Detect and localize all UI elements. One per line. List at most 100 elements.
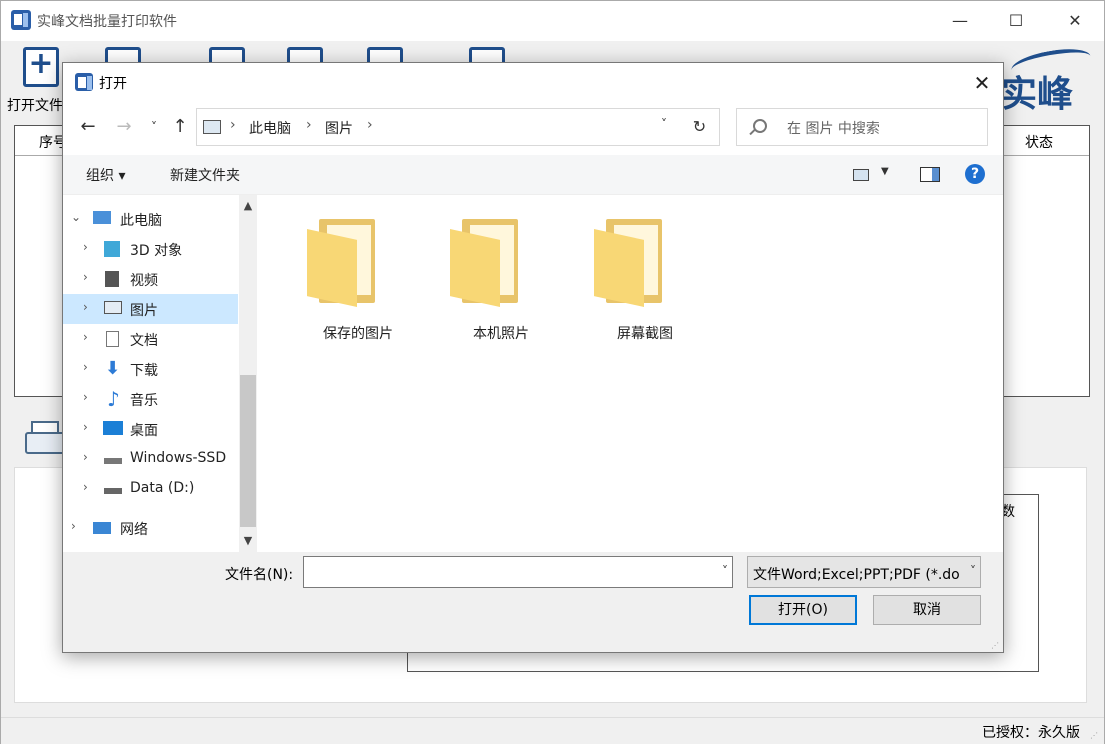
nav-item-network[interactable]: › 网络 [63, 513, 238, 543]
file-name-dropdown-icon[interactable]: ˅ [722, 564, 728, 578]
open-button[interactable]: 打开(O) [749, 595, 857, 625]
dialog-close-button[interactable]: ✕ [967, 67, 997, 99]
open-file-button[interactable] [17, 46, 65, 93]
nav-item-documents[interactable]: › 文档 [63, 324, 238, 354]
desktop-icon [103, 421, 123, 435]
folder-label: 保存的图片 [323, 326, 393, 342]
open-file-label: 打开文件 [7, 98, 63, 114]
folder-item[interactable]: 本机照片 [418, 215, 529, 355]
new-folder-button[interactable]: 新建文件夹 [170, 165, 240, 185]
cancel-button[interactable]: 取消 [873, 595, 981, 625]
file-type-select[interactable]: 文件Word;Excel;PPT;PDF (*.doc ˅ [747, 556, 981, 588]
file-type-value: 文件Word;Excel;PPT;PDF (*.doc [753, 567, 959, 583]
expand-icon[interactable]: › [83, 330, 88, 344]
pictures-icon [104, 301, 122, 314]
nav-label: Windows-SSD [130, 450, 227, 466]
folder-item[interactable]: 屏幕截图 [562, 215, 673, 355]
nav-item-this-pc[interactable]: ⌄ 此电脑 [63, 204, 238, 234]
expand-icon[interactable]: › [71, 519, 76, 533]
dialog-nav-row: ← → ˅ ↑ › 此电脑 › 图片 › ˅ ↻ 在 图片 中搜索 [63, 103, 1003, 151]
expand-icon[interactable]: › [83, 270, 88, 284]
search-box[interactable]: 在 图片 中搜索 [736, 108, 988, 146]
nav-item-desktop[interactable]: › 桌面 [63, 414, 238, 444]
network-icon [93, 522, 111, 534]
expand-icon[interactable]: › [83, 450, 88, 464]
folder-icon [594, 219, 664, 309]
nav-item-videos[interactable]: › 视频 [63, 264, 238, 294]
folder-label: 本机照片 [473, 326, 529, 342]
address-bar[interactable]: › 此电脑 › 图片 › ˅ [196, 108, 720, 146]
breadcrumb-this-pc[interactable]: 此电脑 [249, 118, 291, 138]
column-status[interactable]: 状态 [1025, 132, 1053, 152]
nav-item-3d-objects[interactable]: › 3D 对象 [63, 234, 238, 264]
breadcrumb-separator: › [230, 117, 236, 133]
close-button[interactable]: ✕ [1046, 1, 1104, 41]
search-placeholder: 在 图片 中搜索 [787, 121, 880, 137]
back-button[interactable]: ← [77, 115, 99, 139]
nav-label: 网络 [120, 522, 148, 538]
navigation-pane: ⌄ 此电脑 › 3D 对象 › 视频 › 图片 › 文档 › ⬇ 下载 › ♪ … [63, 195, 258, 552]
recent-locations-button[interactable]: ˅ [143, 115, 165, 139]
nav-item-downloads[interactable]: › ⬇ 下载 [63, 354, 238, 384]
folder-label: 屏幕截图 [617, 326, 673, 342]
scroll-down-icon[interactable]: ▼ [239, 532, 257, 550]
file-name-label: 文件名(N): [225, 567, 294, 583]
up-button[interactable]: ↑ [169, 115, 191, 139]
main-title: 实峰文档批量打印软件 [37, 14, 177, 30]
organize-menu[interactable]: 组织 ▾ [86, 165, 125, 185]
collapse-icon[interactable]: ⌄ [71, 210, 81, 224]
documents-icon [106, 331, 119, 347]
nav-item-pictures[interactable]: › 图片 [63, 294, 238, 324]
nav-label: 下载 [130, 363, 158, 379]
nav-item-windows-ssd[interactable]: › Windows-SSD [63, 444, 238, 474]
breadcrumb-separator: › [306, 117, 312, 133]
resize-grip-icon[interactable]: ⋰ [1090, 731, 1100, 741]
breadcrumb-pictures[interactable]: 图片 [325, 118, 353, 138]
expand-icon[interactable]: › [83, 420, 88, 434]
scroll-thumb[interactable] [240, 375, 256, 527]
nav-label: 音乐 [130, 393, 158, 409]
folder-icon [307, 219, 377, 309]
add-file-icon [23, 46, 59, 87]
dialog-app-icon [75, 73, 93, 91]
status-bar: 已授权：永久版 ⋰ [1, 717, 1104, 744]
scroll-up-icon[interactable]: ▲ [239, 197, 257, 215]
folder-item[interactable]: 保存的图片 [275, 215, 393, 355]
expand-icon[interactable]: › [83, 300, 88, 314]
printer-icon [23, 421, 65, 457]
address-dropdown-button[interactable]: ˅ [653, 117, 675, 137]
refresh-button[interactable]: ↻ [680, 108, 720, 146]
expand-icon[interactable]: › [83, 390, 88, 404]
expand-icon[interactable]: › [83, 480, 88, 494]
app-icon [11, 10, 31, 30]
preview-pane-icon[interactable] [920, 167, 940, 182]
minimize-button[interactable]: — [931, 1, 989, 41]
nav-item-music[interactable]: › ♪ 音乐 [63, 384, 238, 414]
dialog-titlebar: 打开 ✕ [63, 63, 1003, 103]
nav-label: 图片 [130, 303, 158, 319]
file-content-area[interactable]: 保存的图片 本机照片 屏幕截图 [258, 195, 1003, 552]
main-titlebar: 实峰文档批量打印软件 — ☐ ✕ [1, 1, 1104, 41]
file-type-dropdown-icon[interactable]: ˅ [970, 564, 976, 578]
computer-icon [93, 211, 111, 224]
drive-icon [104, 458, 122, 464]
download-icon: ⬇ [105, 358, 121, 379]
command-bar: 组织 ▾ 新建文件夹 ▼ ? [63, 155, 1003, 195]
help-icon[interactable]: ? [965, 164, 985, 184]
3d-objects-icon [104, 241, 120, 257]
file-name-input[interactable]: ˅ [303, 556, 733, 588]
dialog-resize-grip-icon[interactable]: ⋰ [991, 641, 999, 650]
change-view-icon[interactable] [853, 169, 869, 181]
expand-icon[interactable]: › [83, 240, 88, 254]
nav-item-data-d[interactable]: › Data (D:) [63, 474, 238, 504]
breadcrumb-separator: › [367, 117, 373, 133]
view-options-dropdown[interactable]: ▼ [881, 166, 889, 177]
nav-label: 文档 [130, 333, 158, 349]
maximize-button[interactable]: ☐ [987, 1, 1045, 41]
nav-label: 此电脑 [120, 213, 162, 229]
expand-icon[interactable]: › [83, 360, 88, 374]
nav-pane-scrollbar[interactable]: ▲ ▼ [239, 195, 257, 552]
dialog-title: 打开 [99, 76, 127, 92]
forward-button[interactable]: → [113, 115, 135, 139]
pictures-location-icon [203, 120, 221, 134]
